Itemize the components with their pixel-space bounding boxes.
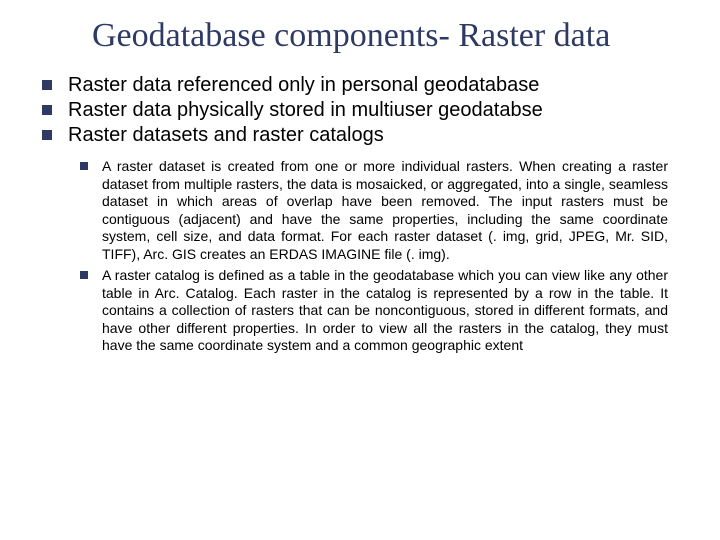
sub-bullet-list: A raster dataset is created from one or … — [32, 158, 688, 355]
slide-title: Geodatabase components- Raster data — [92, 16, 688, 55]
square-bullet-icon — [42, 105, 52, 115]
bullet-text: Raster datasets and raster catalogs — [68, 124, 384, 146]
list-item: Raster data physically stored in multius… — [42, 98, 688, 123]
slide-container: Geodatabase components- Raster data Rast… — [0, 0, 720, 379]
square-bullet-icon — [80, 162, 88, 170]
main-bullet-list: Raster data referenced only in personal … — [32, 73, 688, 148]
square-bullet-icon — [42, 80, 52, 90]
list-item: A raster dataset is created from one or … — [80, 158, 668, 263]
bullet-text: Raster data referenced only in personal … — [68, 74, 539, 96]
list-item: A raster catalog is defined as a table i… — [80, 267, 668, 355]
list-item: Raster datasets and raster catalogs — [42, 123, 688, 148]
bullet-text: Raster data physically stored in multius… — [68, 99, 543, 121]
square-bullet-icon — [42, 130, 52, 140]
square-bullet-icon — [80, 271, 88, 279]
subbullet-text: A raster dataset is created from one or … — [102, 158, 668, 262]
subbullet-text: A raster catalog is defined as a table i… — [102, 267, 668, 353]
list-item: Raster data referenced only in personal … — [42, 73, 688, 98]
